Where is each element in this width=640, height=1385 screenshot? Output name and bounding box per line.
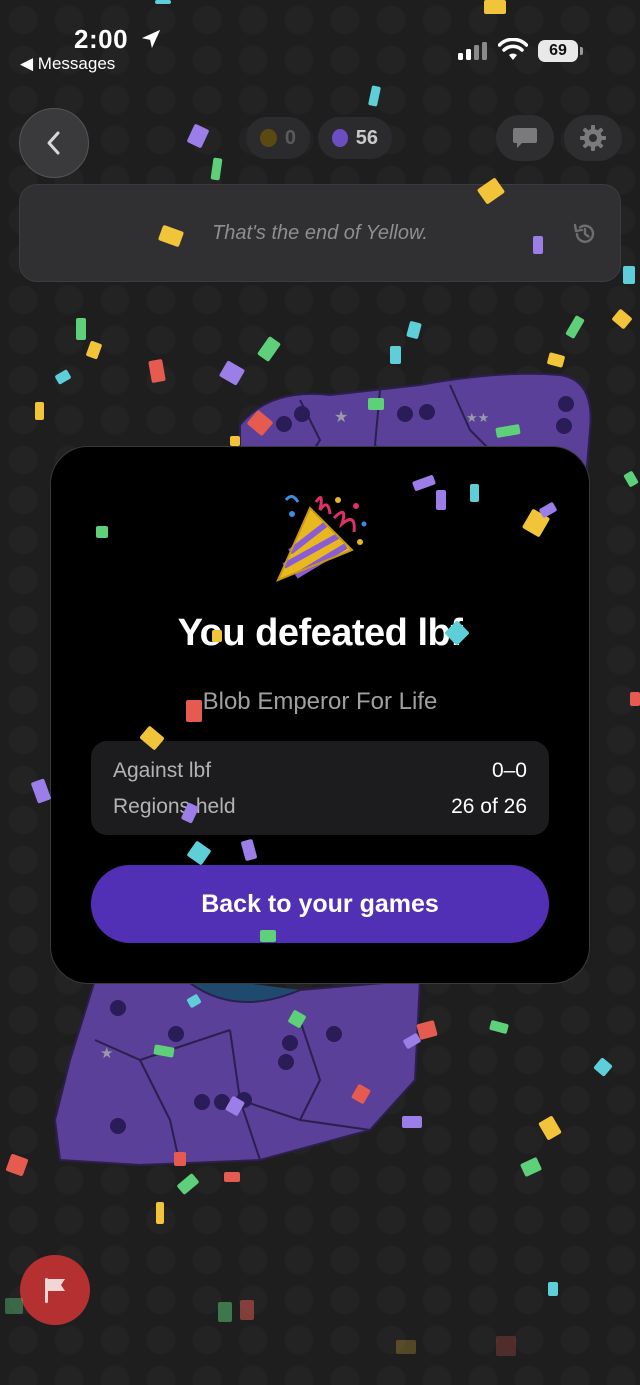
confetti-piece [210, 157, 223, 181]
purple-player-dot [332, 129, 348, 147]
confetti-piece [85, 340, 103, 360]
confetti-piece [402, 1116, 422, 1128]
confetti-piece [240, 1300, 254, 1320]
yellow-score-pill: 0 [246, 117, 310, 159]
game-message-bar: That's the end of Yellow. [19, 184, 621, 282]
svg-text:★★: ★★ [466, 411, 489, 426]
wifi-icon [498, 38, 528, 60]
stat-value-against: 0–0 [491, 759, 527, 782]
victory-title: You defeated lbf [177, 612, 463, 654]
game-message-text: That's the end of Yellow. [212, 221, 428, 244]
victory-subtitle: Blob Emperor For Life [202, 688, 438, 715]
stat-value-regions: 26 of 26 [451, 795, 527, 818]
chevron-left-icon [47, 131, 60, 155]
svg-text:★: ★ [334, 407, 348, 426]
confetti-piece [565, 314, 585, 340]
confetti-piece [496, 1336, 516, 1356]
confetti-piece [548, 1282, 558, 1296]
chat-bubble-icon [513, 128, 537, 148]
confetti-piece [35, 402, 44, 420]
back-to-messages-link[interactable]: ◀ Messages [20, 54, 115, 74]
yellow-score: 0 [284, 126, 296, 149]
gear-icon [580, 125, 606, 151]
confetti-piece [224, 1172, 240, 1182]
party-popper-icon [276, 495, 367, 582]
history-icon[interactable] [572, 221, 598, 247]
svg-text:★: ★ [100, 1044, 113, 1062]
confetti-piece [368, 398, 384, 410]
purple-score: 56 [355, 126, 378, 149]
confetti-piece [368, 85, 381, 107]
confetti-piece [533, 236, 543, 254]
confetti-piece [212, 630, 222, 642]
stat-label-against: Against lbf [113, 759, 212, 782]
purple-score-pill: 56 [318, 117, 392, 159]
battery-indicator: 69 [538, 40, 578, 62]
confetti-piece [623, 266, 635, 284]
confetti-piece [390, 346, 401, 364]
battery-tip [580, 47, 583, 55]
settings-button[interactable] [564, 115, 622, 161]
confetti-piece [396, 1340, 416, 1354]
chat-button[interactable] [496, 115, 554, 161]
stat-label-regions: Regions held [113, 795, 236, 818]
confetti-piece [156, 1202, 164, 1224]
map-territories-bottom: ★ [53, 973, 422, 1167]
confetti-piece [230, 436, 240, 446]
confetti-piece [484, 0, 506, 14]
confetti-piece [611, 308, 633, 330]
confetti-piece [76, 318, 86, 340]
confetti-piece [186, 123, 210, 149]
confetti-piece [174, 1152, 186, 1166]
status-time: 2:00 [74, 24, 129, 54]
stats-card: Against lbf 0–0 Regions held 26 of 26 [91, 741, 549, 835]
confetti-piece [630, 692, 640, 706]
flag-button[interactable] [20, 1255, 90, 1325]
confetti-piece [155, 0, 171, 4]
confetti-piece [186, 700, 202, 722]
confetti-piece [406, 320, 422, 340]
confetti-piece [260, 930, 276, 942]
confetti-piece [5, 1298, 23, 1314]
confetti-piece [470, 484, 479, 502]
flag-icon [45, 1278, 65, 1303]
confetti-piece [436, 490, 446, 510]
back-to-games-button[interactable]: Back to your games [91, 865, 549, 943]
confetti-piece [218, 1302, 232, 1322]
confetti-piece [256, 335, 282, 363]
yellow-player-dot [260, 129, 277, 147]
signal-icon [458, 42, 487, 60]
location-arrow-icon [141, 29, 161, 49]
confetti-piece [96, 526, 108, 538]
back-button[interactable] [19, 108, 89, 178]
